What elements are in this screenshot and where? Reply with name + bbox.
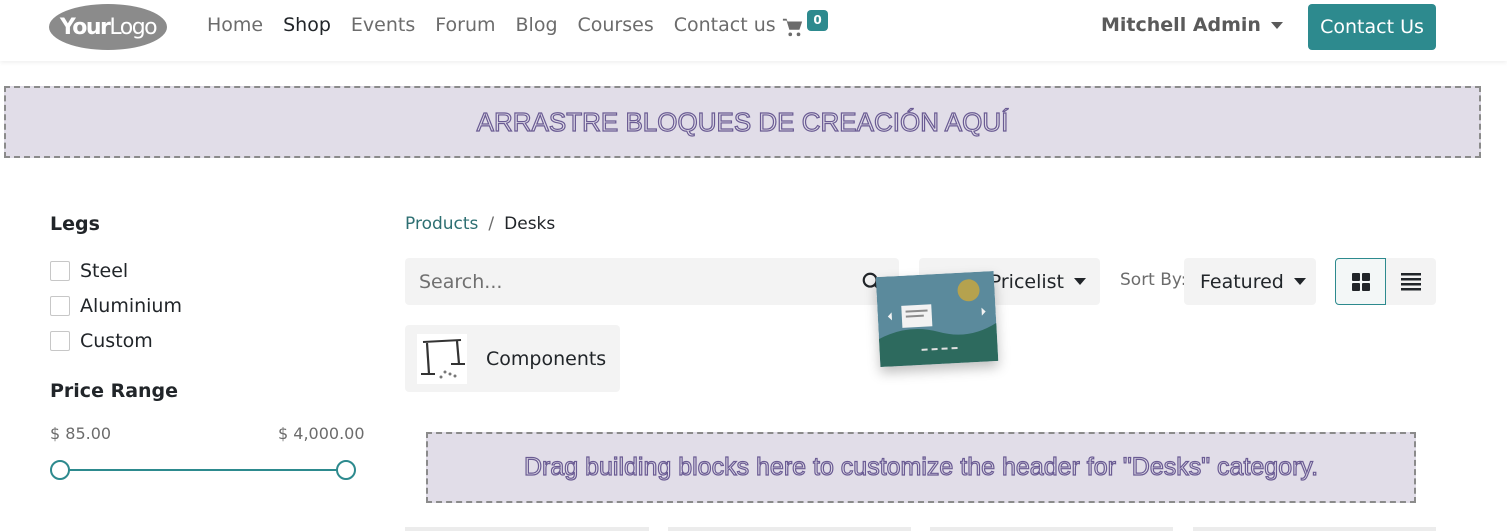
breadcrumb: Products / Desks	[405, 214, 555, 234]
checkbox[interactable]	[50, 261, 70, 281]
site-header: YourLogo Home Shop Events Forum Blog Cou…	[0, 0, 1507, 61]
nav-events[interactable]: Events	[351, 14, 415, 36]
checkbox[interactable]	[50, 331, 70, 351]
search-input[interactable]	[419, 258, 849, 305]
price-min-label: $ 85.00	[50, 424, 112, 443]
nav-shop[interactable]: Shop	[283, 14, 331, 36]
price-range-max-handle[interactable]	[336, 460, 356, 480]
shopping-cart-icon[interactable]	[782, 16, 804, 38]
search-box	[405, 258, 899, 305]
breadcrumb-separator: /	[488, 214, 495, 234]
filter-price-range-title: Price Range	[50, 380, 179, 402]
pricelist-label: Pricelist	[989, 270, 1064, 293]
filter-legs-custom[interactable]: Custom	[50, 330, 153, 352]
contact-us-button[interactable]: Contact Us	[1308, 4, 1436, 50]
dropzone-top-text: ARRASTRE BLOQUES DE CREACIÓN AQUÍ	[476, 106, 1009, 137]
main-nav: Home Shop Events Forum Blog Courses Cont…	[207, 14, 796, 36]
site-logo[interactable]: YourLogo	[49, 4, 167, 50]
price-range-track[interactable]	[60, 469, 346, 471]
category-label: Components	[486, 347, 607, 370]
list-view-icon	[1401, 272, 1421, 290]
filter-legs-aluminium[interactable]: Aluminium	[50, 295, 182, 317]
chevron-down-icon	[1074, 278, 1086, 285]
dropzone-category-header[interactable]: Drag building blocks here to customize t…	[426, 432, 1416, 503]
user-name: Mitchell Admin	[1101, 14, 1261, 36]
dragged-carousel-snippet-icon[interactable]	[875, 270, 999, 368]
cart-count-badge: 0	[807, 10, 828, 31]
nav-home[interactable]: Home	[207, 14, 263, 36]
desk-components-thumbnail	[417, 333, 467, 384]
chevron-down-icon	[1293, 278, 1306, 285]
product-card-partial[interactable]	[1193, 527, 1436, 531]
nav-forum[interactable]: Forum	[435, 14, 495, 36]
sort-by-value: Featured	[1200, 270, 1284, 293]
breadcrumb-current: Desks	[504, 214, 556, 234]
grid-view-button[interactable]	[1335, 258, 1386, 305]
breadcrumb-products[interactable]: Products	[405, 214, 478, 234]
product-card-partial[interactable]	[930, 527, 1173, 531]
filter-option-label: Steel	[80, 260, 129, 282]
nav-courses[interactable]: Courses	[578, 14, 654, 36]
price-range-min-handle[interactable]	[50, 460, 70, 480]
checkbox[interactable]	[50, 296, 70, 316]
grid-view-icon	[1351, 272, 1370, 291]
filter-legs-steel[interactable]: Steel	[50, 260, 128, 282]
product-card-partial[interactable]	[405, 527, 649, 531]
price-max-label: $ 4,000.00	[278, 424, 365, 443]
dropzone-category-header-text: Drag building blocks here to customize t…	[523, 452, 1319, 481]
product-card-partial[interactable]	[668, 527, 911, 531]
filter-option-label: Custom	[80, 330, 153, 352]
nav-contact-us[interactable]: Contact us	[674, 14, 776, 36]
filter-option-label: Aluminium	[80, 295, 182, 317]
user-menu[interactable]: Mitchell Admin	[1101, 14, 1283, 36]
chevron-down-icon	[1270, 21, 1283, 29]
sort-by-dropdown[interactable]: Featured	[1184, 258, 1316, 305]
nav-blog[interactable]: Blog	[516, 14, 558, 36]
category-card-components[interactable]: Components	[405, 325, 620, 392]
list-view-button[interactable]	[1386, 258, 1436, 305]
filter-legs-title: Legs	[50, 213, 100, 235]
dropzone-top[interactable]: ARRASTRE BLOQUES DE CREACIÓN AQUÍ	[4, 86, 1481, 158]
sort-by-label: Sort By:	[1120, 270, 1187, 290]
